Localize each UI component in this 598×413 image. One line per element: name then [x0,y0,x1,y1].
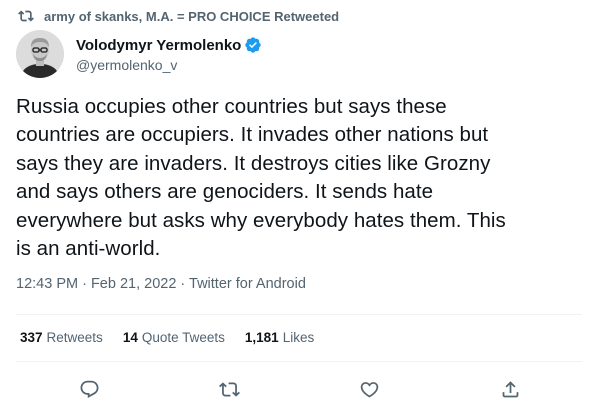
retweeted-by-label: army of skanks, M.A. = PRO CHOICE Retwee… [44,8,340,24]
divider [16,361,582,362]
reply-button[interactable] [76,376,102,402]
quote-tweets-stat[interactable]: 14 Quote Tweets [123,330,225,345]
retweet-icon [18,8,34,24]
avatar[interactable] [16,30,64,78]
tweet-author: Volodymyr Yermolenko @yermolenko_v [16,30,262,78]
author-handle[interactable]: @yermolenko_v [76,57,262,73]
quote-tweets-count: 14 [122,330,138,345]
retweet-icon [218,379,240,400]
tweet-timestamp[interactable]: 12:43 PM · Feb 21, 2022 · Twitter for An… [16,276,306,292]
tweet-action-bar [0,376,598,402]
share-icon [500,379,521,400]
likes-stat[interactable]: 1,181 Likes [245,330,314,345]
retweets-label: Retweets [46,330,103,345]
verified-badge-icon [244,36,262,54]
retweets-stat[interactable]: 337 Retweets [20,330,103,345]
heart-icon [359,379,380,400]
author-name[interactable]: Volodymyr Yermolenko [76,37,241,54]
share-button[interactable] [497,376,523,402]
retweet-button[interactable] [216,376,242,402]
author-name-row: Volodymyr Yermolenko [76,35,262,55]
retweets-count: 337 [20,330,43,345]
likes-label: Likes [282,330,315,345]
tweet-text: Russia occupies other countries but says… [16,95,506,261]
likes-count: 1,181 [244,330,279,345]
divider [16,314,582,315]
reply-icon [79,379,100,400]
author-info: Volodymyr Yermolenko @yermolenko_v [76,35,262,73]
retweeted-by-header[interactable]: army of skanks, M.A. = PRO CHOICE Retwee… [18,6,339,26]
like-button[interactable] [356,376,382,402]
quote-tweets-label: Quote Tweets [141,330,225,345]
tweet-stats: 337 Retweets 14 Quote Tweets 1,181 Likes [20,330,334,345]
